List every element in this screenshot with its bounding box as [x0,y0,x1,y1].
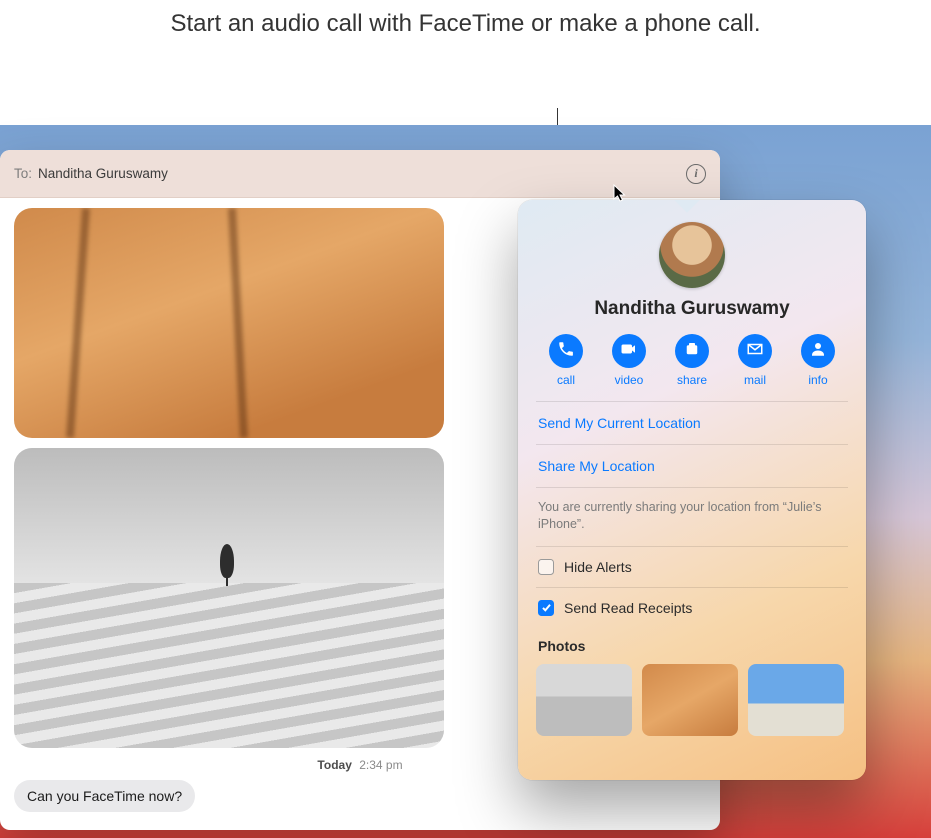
call-button[interactable]: call [538,334,594,387]
share-my-location-link[interactable]: Share My Location [536,445,848,488]
hide-alerts-checkbox[interactable] [538,559,554,575]
details-button[interactable]: i [686,164,706,184]
received-message-bubble[interactable]: Can you FaceTime now? [14,780,195,812]
video-button[interactable]: video [601,334,657,387]
photo-thumbnail-3[interactable] [748,664,844,736]
recipient-name[interactable]: Nanditha Guruswamy [38,166,168,181]
details-popover: Nanditha Guruswamy call video share mail [518,200,866,780]
read-receipts-label: Send Read Receipts [564,600,692,616]
hide-alerts-label: Hide Alerts [564,559,632,575]
conversation-header: To: Nanditha Guruswamy i [0,150,720,198]
info-action-button[interactable]: info [790,334,846,387]
read-receipts-row[interactable]: Send Read Receipts [536,588,848,632]
share-label: share [677,373,707,387]
info-label: info [808,373,827,387]
received-image-1[interactable] [14,208,444,438]
info-icon: i [694,166,697,181]
photo-thumbnail-2[interactable] [642,664,738,736]
call-label: call [557,373,575,387]
timestamp-day: Today [317,758,351,772]
read-receipts-checkbox[interactable] [538,600,554,616]
action-row: call video share mail info [536,334,848,402]
share-icon [683,340,701,363]
photo-thumbnail-1[interactable] [536,664,632,736]
video-label: video [615,373,644,387]
timestamp-time: 2:34 pm [359,758,402,772]
mail-button[interactable]: mail [727,334,783,387]
photos-row [536,664,848,736]
video-icon [620,340,638,363]
mail-icon [746,340,764,363]
share-button[interactable]: share [664,334,720,387]
send-current-location-link[interactable]: Send My Current Location [536,402,848,445]
phone-icon [557,340,575,363]
location-sharing-note: You are currently sharing your location … [536,488,848,547]
mail-label: mail [744,373,766,387]
to-label: To: [14,166,32,181]
annotation-text: Start an audio call with FaceTime or mak… [0,8,931,40]
contact-name: Nanditha Guruswamy [536,298,848,320]
contact-avatar[interactable] [659,222,725,288]
person-icon [809,340,827,363]
photos-header: Photos [538,638,848,654]
hide-alerts-row[interactable]: Hide Alerts [536,547,848,588]
received-image-2[interactable] [14,448,444,748]
